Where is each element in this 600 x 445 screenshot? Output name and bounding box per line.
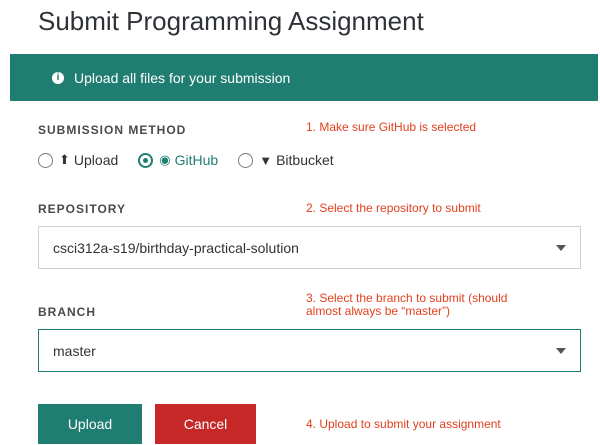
branch-select[interactable]: master <box>38 329 581 372</box>
chevron-down-icon[interactable] <box>556 244 566 251</box>
annotation-step-1: 1. Make sure GitHub is selected <box>306 120 477 134</box>
repository-select[interactable]: csci312a-s19/birthday-practical-solution <box>38 226 581 269</box>
repository-value: csci312a-s19/birthday-practical-solution <box>53 239 299 256</box>
branch-value: master <box>53 342 96 359</box>
bitbucket-icon: ▼ <box>259 152 273 168</box>
annotation-step-3: 3. Select the branch to submit (should a… <box>306 292 507 318</box>
chevron-down-icon[interactable] <box>556 347 566 354</box>
radio-bitbucket[interactable]: ▼ Bitbucket <box>238 152 334 168</box>
info-icon: i <box>52 71 64 84</box>
annotation-step-2: 2. Select the repository to submit <box>306 201 481 215</box>
radio-circle[interactable] <box>238 152 254 168</box>
radio-github-label: GitHub <box>174 152 219 168</box>
submission-method-label: SUBMISSION METHOD <box>38 123 187 137</box>
branch-label: BRANCH <box>38 305 96 319</box>
repository-label: REPOSITORY <box>38 202 127 216</box>
radio-bitbucket-label: Bitbucket <box>276 152 334 168</box>
upload-button[interactable]: Upload <box>38 404 142 444</box>
cancel-button[interactable]: Cancel <box>155 404 256 444</box>
info-banner: i Upload all files for your submission <box>10 54 598 101</box>
radio-circle-selected[interactable] <box>138 152 154 168</box>
annotation-step-3-line-2: almost always be “master”) <box>306 304 451 318</box>
radio-upload[interactable]: ⬆ Upload <box>38 152 118 168</box>
radio-circle[interactable] <box>38 152 53 168</box>
upload-icon: ⬆ <box>59 152 70 167</box>
banner-message: Upload all files for your submission <box>74 69 291 86</box>
page-title: Submit Programming Assignment <box>38 6 424 36</box>
github-icon: ◉ <box>159 152 171 167</box>
radio-upload-label: Upload <box>73 152 119 168</box>
submission-method-radio-group: ⬆ Upload ◉ GitHub ▼ Bitbucket <box>38 152 354 168</box>
annotation-step-4: 4. Upload to submit your assignment <box>306 417 501 431</box>
radio-github[interactable]: ◉ GitHub <box>138 152 218 168</box>
